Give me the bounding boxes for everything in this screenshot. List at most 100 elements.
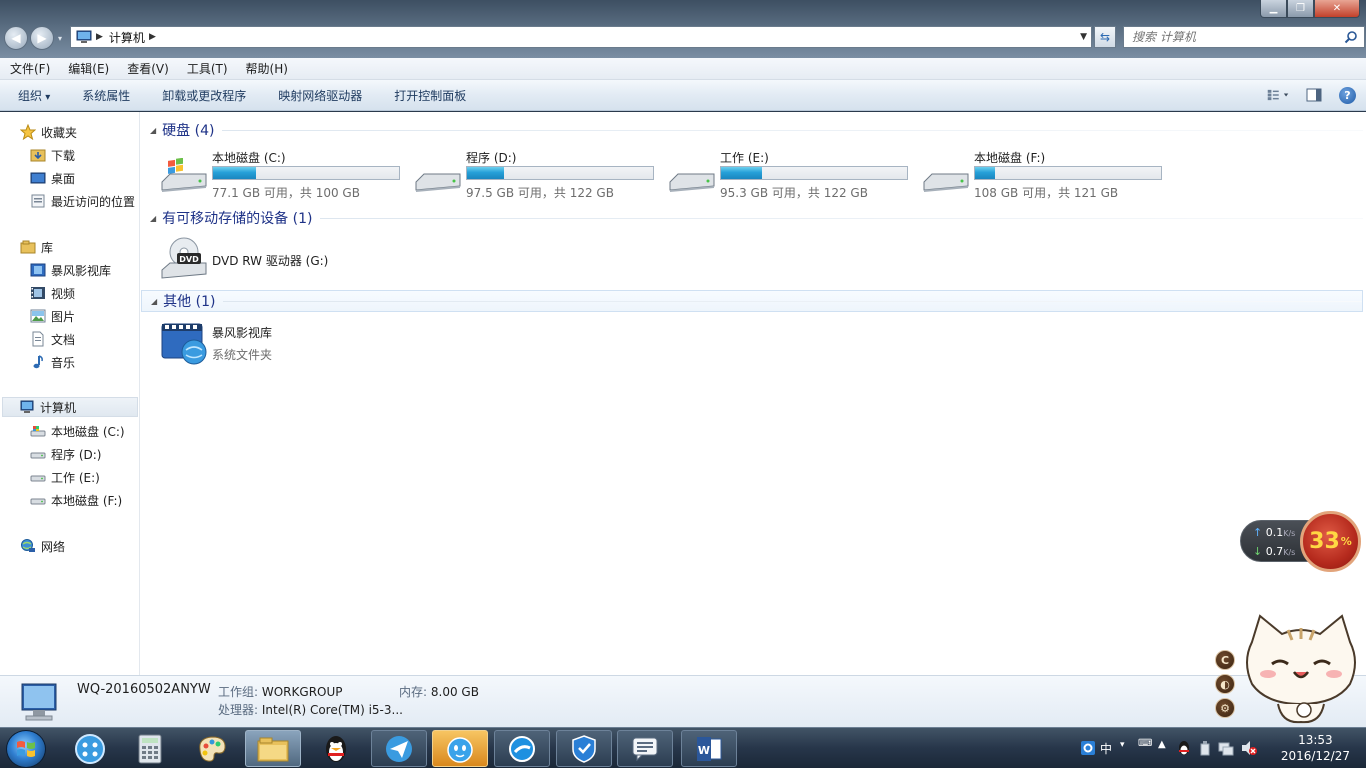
map-network-drive-button[interactable]: 映射网络驱动器 [260, 87, 376, 104]
hard-drive-icon [415, 173, 461, 192]
nav-favorites[interactable]: 收藏夹 [20, 122, 77, 142]
workgroup-label: 工作组: [218, 685, 259, 699]
speed-unit: K/s [1283, 529, 1296, 538]
video-library-icon [30, 262, 46, 278]
volume-muted-icon[interactable] [1240, 740, 1258, 756]
taskbar-paint[interactable] [184, 730, 240, 767]
nav-drive-e[interactable]: 工作 (E:) [30, 467, 100, 487]
taskbar-calculator[interactable] [122, 730, 178, 767]
drive-tile-f[interactable]: 本地磁盘 (F:) 108 GB 可用，共 121 GB [922, 148, 1172, 200]
group-header-other[interactable]: ◢ 其他 (1) [141, 290, 1363, 312]
nav-baofeng-library[interactable]: 暴风影视库 [30, 260, 111, 280]
show-hidden-icons-icon[interactable]: ▲ [1158, 739, 1166, 750]
moon-gadget-icon[interactable]: ◐ [1215, 674, 1235, 694]
clock-time: 13:53 [1298, 733, 1333, 747]
taskbar-ali-wangwang[interactable] [432, 730, 488, 767]
menu-edit[interactable]: 编辑(E) [58, 60, 117, 77]
cpu-usage-gauge[interactable]: 33% [1300, 511, 1361, 572]
nav-computer[interactable]: 计算机 [2, 397, 138, 417]
settings-gadget-icon[interactable]: ⚙ [1215, 698, 1235, 718]
taskbar-app-launcher[interactable] [62, 730, 118, 767]
drive-name: 本地磁盘 (C:) [212, 151, 286, 165]
nav-drive-f[interactable]: 本地磁盘 (F:) [30, 490, 122, 510]
group-header-hdd[interactable]: ◢ 硬盘 (4) [141, 119, 1363, 141]
collapse-triangle-icon[interactable]: ◢ [150, 126, 156, 135]
search-box[interactable] [1123, 26, 1365, 48]
menu-tools[interactable]: 工具(T) [177, 60, 236, 77]
minimize-button[interactable]: ▁ [1260, 0, 1287, 18]
nav-documents[interactable]: 文档 [30, 329, 75, 349]
open-control-panel-button[interactable]: 打开控制面板 [376, 87, 480, 104]
nav-videos[interactable]: 视频 [30, 283, 75, 303]
back-button[interactable]: ◀ [4, 26, 28, 50]
menu-help[interactable]: 帮助(H) [236, 60, 296, 77]
usb-device-icon[interactable] [1198, 740, 1212, 756]
keyboard-icon[interactable]: ⌨ [1138, 738, 1152, 749]
nav-label: 程序 (D:) [51, 447, 102, 462]
dvd-badge: DVD [179, 255, 199, 264]
breadcrumb-computer[interactable]: 计算机 [109, 29, 145, 46]
breadcrumb-separator-icon[interactable]: ▶ [96, 32, 103, 42]
nav-downloads[interactable]: 下载 [30, 145, 75, 165]
word-document-icon: W [697, 736, 722, 761]
address-dropdown-icon[interactable]: ▼ [1080, 32, 1087, 42]
system-drive-icon [30, 423, 46, 439]
system-properties-button[interactable]: 系统属性 [64, 87, 144, 104]
history-dropdown-icon[interactable]: ▾ [58, 34, 66, 43]
nav-recent-places[interactable]: 最近访问的位置 [30, 191, 135, 211]
preview-pane-button[interactable] [1303, 85, 1325, 105]
taskbar-word[interactable]: W [681, 730, 737, 767]
menu-view[interactable]: 查看(V) [117, 60, 177, 77]
qq-tray-icon[interactable] [1176, 740, 1192, 756]
wangwang-icon [447, 736, 473, 763]
system-clock[interactable]: 13:53 2016/12/27 [1281, 732, 1350, 764]
qq-input-icon[interactable] [1080, 740, 1096, 756]
drive-tile-e[interactable]: 工作 (E:) 95.3 GB 可用，共 122 GB [668, 148, 918, 200]
nav-music[interactable]: 音乐 [30, 352, 75, 372]
collapse-triangle-icon[interactable]: ◢ [150, 214, 156, 223]
refresh-gadget-icon[interactable]: C [1215, 650, 1235, 670]
taskbar-security[interactable] [556, 730, 612, 767]
taskbar-qq-browser[interactable] [494, 730, 550, 767]
refresh-button[interactable]: ⇆ [1094, 26, 1116, 48]
computer-icon [19, 399, 35, 415]
start-button[interactable] [6, 730, 46, 768]
drive-name: 工作 (E:) [720, 151, 769, 165]
cat-mascot-icon[interactable] [1238, 612, 1364, 726]
search-icon[interactable] [1344, 30, 1358, 44]
help-icon[interactable]: ? [1339, 86, 1356, 104]
dvd-drive-tile[interactable]: DVD DVD RW 驱动器 (G:) [160, 236, 380, 282]
change-view-button[interactable] [1267, 85, 1289, 105]
taskbar-messenger[interactable] [617, 730, 673, 767]
nav-desktop[interactable]: 桌面 [30, 168, 75, 188]
uninstall-program-button[interactable]: 卸载或更改程序 [144, 87, 260, 104]
breadcrumb-separator-icon[interactable]: ▶ [149, 32, 156, 42]
forward-button[interactable]: ▶ [30, 26, 54, 50]
group-label: 其他 (1) [163, 294, 216, 310]
maximize-button[interactable]: ❐ [1287, 0, 1314, 18]
ime-dropdown-icon[interactable]: ▾ [1120, 740, 1125, 750]
drive-usage-fill [467, 167, 505, 179]
system-drive-icon [161, 158, 207, 192]
taskbar-explorer[interactable] [245, 730, 301, 767]
forward-arrow-icon: ▶ [37, 31, 47, 45]
network-status-icon[interactable] [1218, 740, 1234, 756]
close-button[interactable]: ✕ [1314, 0, 1360, 18]
nav-drive-c[interactable]: 本地磁盘 (C:) [30, 421, 125, 441]
nav-libraries[interactable]: 库 [20, 237, 53, 257]
search-input[interactable] [1132, 30, 1342, 44]
ime-indicator[interactable]: 中 [1100, 740, 1112, 757]
drive-tile-c[interactable]: 本地磁盘 (C:) 77.1 GB 可用，共 100 GB [160, 148, 410, 200]
nav-pictures[interactable]: 图片 [30, 306, 75, 326]
nav-network[interactable]: 网络 [20, 536, 65, 556]
address-bar[interactable]: ▶ 计算机 ▶ ▼ [70, 26, 1092, 48]
collapse-triangle-icon[interactable]: ◢ [151, 297, 157, 306]
baofeng-library-tile[interactable]: 暴风影视库 系统文件夹 [160, 322, 380, 368]
group-header-removable[interactable]: ◢ 有可移动存储的设备 (1) [141, 207, 1363, 229]
nav-drive-d[interactable]: 程序 (D:) [30, 444, 101, 464]
drive-tile-d[interactable]: 程序 (D:) 97.5 GB 可用，共 122 GB [414, 148, 664, 200]
taskbar-qq[interactable] [308, 730, 364, 767]
taskbar-feiq[interactable] [371, 730, 427, 767]
menu-file[interactable]: 文件(F) [0, 60, 58, 77]
organize-button[interactable]: 组织 [0, 87, 64, 104]
